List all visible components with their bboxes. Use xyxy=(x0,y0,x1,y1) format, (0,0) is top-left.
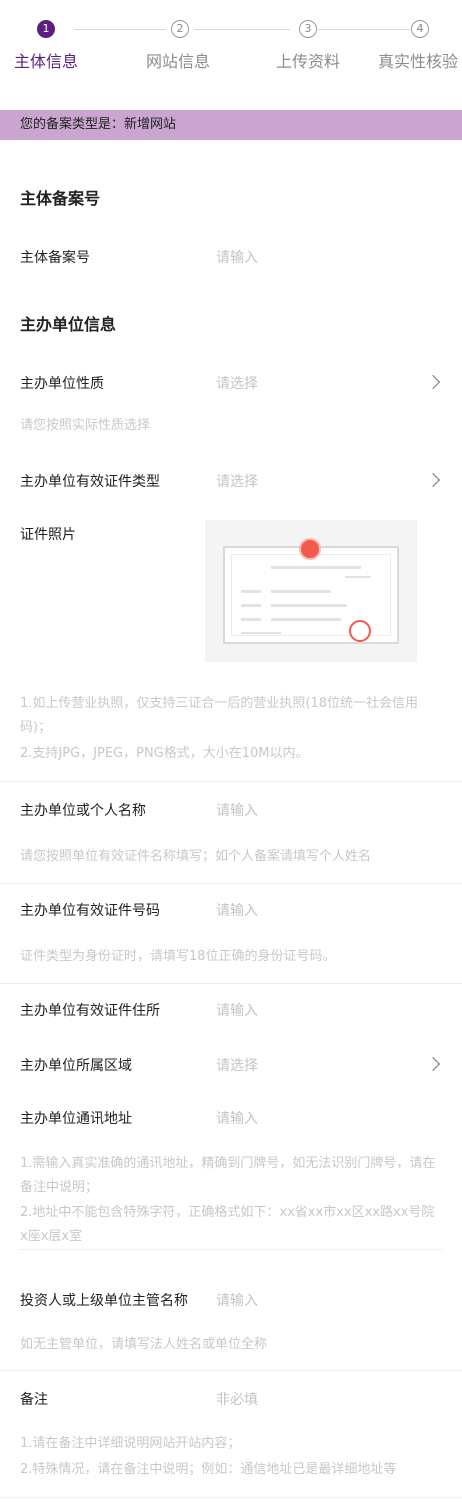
name-label: 主办单位或个人名称 xyxy=(20,803,146,819)
cert-no-input[interactable]: 请输入 xyxy=(216,900,258,920)
progress-stepper: 1 主体信息 2 网站信息 3 上传资料 4 真实性核验 xyxy=(0,0,462,96)
cert-addr-label: 主办单位有效证件住所 xyxy=(20,1003,160,1019)
record-no-label: 主体备案号 xyxy=(20,250,90,266)
divider xyxy=(0,883,462,884)
cert-photo-hint-1: 1.如上传营业执照，仅支持三证合一后的营业执照(18位统一社会信用码)； xyxy=(20,696,419,735)
chevron-right-icon[interactable] xyxy=(425,472,441,488)
cert-photo-upload[interactable] xyxy=(205,520,417,662)
chevron-right-icon[interactable] xyxy=(425,1056,441,1072)
mail-addr-input[interactable]: 请输入 xyxy=(216,1108,258,1128)
investor-input[interactable]: 请输入 xyxy=(216,1290,258,1310)
investor-label: 投资人或上级单位主管名称 xyxy=(20,1293,188,1309)
step-number: 1 xyxy=(37,20,55,38)
certificate-illustration xyxy=(223,538,399,644)
step-label: 主体信息 xyxy=(13,52,79,71)
chevron-right-icon[interactable] xyxy=(425,374,441,390)
step-label: 真实性核验 xyxy=(377,52,459,71)
cert-type-label: 主办单位有效证件类型 xyxy=(20,474,160,490)
region-label: 主办单位所属区域 xyxy=(20,1058,132,1074)
cert-addr-input[interactable]: 请输入 xyxy=(216,1000,258,1020)
record-no-input[interactable]: 请输入 xyxy=(216,247,258,267)
name-input[interactable]: 请输入 xyxy=(216,800,258,820)
record-type-notice: 您的备案类型是：新增网站 xyxy=(0,110,462,140)
stamp-icon xyxy=(349,620,371,642)
section-title-sponsor: 主办单位信息 xyxy=(20,315,117,334)
investor-hint: 如无主管单位，请填写法人姓名或单位全称 xyxy=(20,1337,268,1352)
remark-input[interactable]: 非必填 xyxy=(216,1389,258,1409)
step-connector xyxy=(194,29,290,30)
section-title-record: 主体备案号 xyxy=(20,189,101,208)
mail-addr-hint-2: 2.地址中不能包含特殊字符，正确格式如下：xx省xx市xx区xx路xx号院x座x… xyxy=(20,1205,435,1244)
remark-hint-1: 1.请在备注中详细说明网站开站内容； xyxy=(20,1436,241,1451)
step-connector xyxy=(318,29,410,30)
cert-no-hint: 证件类型为身份证时，请填写18位正确的身份证号码。 xyxy=(20,949,336,964)
cert-no-label: 主办单位有效证件号码 xyxy=(20,903,160,919)
step-number: 4 xyxy=(411,20,429,38)
nature-label: 主办单位性质 xyxy=(20,376,104,392)
mail-addr-label: 主办单位通讯地址 xyxy=(20,1111,132,1127)
step-label: 网站信息 xyxy=(145,52,211,71)
step-number: 2 xyxy=(171,20,189,38)
divider xyxy=(20,1249,442,1250)
nature-select[interactable]: 请选择 xyxy=(216,373,258,393)
region-select[interactable]: 请选择 xyxy=(216,1055,258,1075)
divider xyxy=(0,983,462,984)
nature-hint: 请您按照实际性质选择 xyxy=(20,418,151,433)
remark-hint-2: 2.特殊情况，请在备注中说明；例如：通信地址已是最详细地址等 xyxy=(20,1462,397,1477)
cert-photo-hint-2: 2.支持JPG，JPEG，PNG格式，大小在10M以内。 xyxy=(20,746,309,761)
cert-type-select[interactable]: 请选择 xyxy=(216,471,258,491)
step-number: 3 xyxy=(299,20,317,38)
divider xyxy=(0,781,462,782)
cert-photo-label: 证件照片 xyxy=(20,527,76,543)
emblem-icon xyxy=(299,538,321,560)
step-connector xyxy=(74,29,166,30)
remark-label: 备注 xyxy=(20,1392,48,1408)
mail-addr-hint-1: 1.需输入真实准确的通讯地址，精确到门牌号，如无法识别门牌号，请在备注中说明； xyxy=(20,1156,436,1195)
divider xyxy=(0,1497,462,1498)
step-label: 上传资料 xyxy=(275,52,341,71)
name-hint: 请您按照单位有效证件名称填写；如个人备案请填写个人姓名 xyxy=(20,849,372,864)
divider xyxy=(0,1370,462,1371)
